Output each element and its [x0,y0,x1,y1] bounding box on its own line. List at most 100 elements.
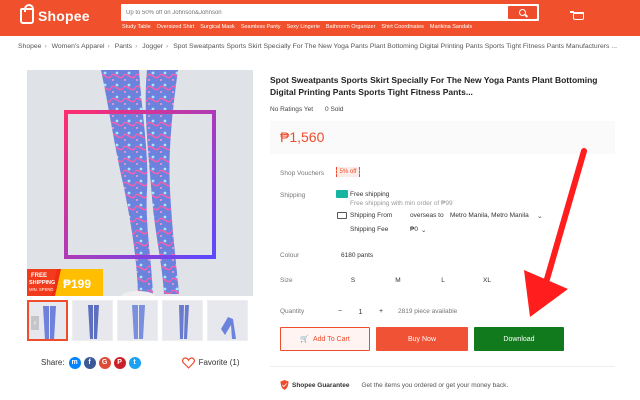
guarantee-title: Shopee Guarantee [292,381,350,389]
free-shipping-note: Free shipping with min order of ₱99 [350,200,453,207]
search-keyword-list: Study Table Oversized Shirt Surgical Mas… [122,24,542,33]
google-plus-icon[interactable]: G [98,356,111,369]
breadcrumb-pants[interactable]: Pants [115,43,132,50]
thumbnail-pants-image [221,317,236,339]
colour-option[interactable]: 6180 pants [341,252,373,259]
shopee-guarantee: Shopee Guarantee Get the items you order… [280,379,560,391]
keyword-link[interactable]: Surgical Mask [200,24,235,33]
product-price: ₱1,560 [280,129,325,145]
quantity-decrease-button[interactable]: − [333,305,347,319]
cart-icon [569,11,584,20]
size-label: Size [280,277,293,284]
keyword-link[interactable]: Seamless Panty [241,24,281,33]
free-shipping-label: Free shipping [350,191,390,198]
thumbnail-strip [27,300,253,341]
favorite-button[interactable]: Favorite (1) [181,356,240,369]
voucher-badge[interactable]: 5% off [336,167,360,177]
shipping-fee-value[interactable]: ₱0 [410,226,418,233]
search-input[interactable] [121,4,508,21]
favorite-label: Favorite (1) [198,358,240,367]
chevron-down-icon[interactable]: ⌄ [537,212,542,220]
colour-label: Colour [280,252,300,259]
keyword-link[interactable]: Oversized Shirt [157,24,195,33]
thumbnail-pants-image [88,305,99,339]
add-to-cart-label: Add To Cart [312,335,350,343]
breadcrumb-separator: › [107,43,110,50]
ratings-text: No Ratings Yet [270,106,314,113]
thumbnail-prev-button[interactable]: ‹ [31,316,39,330]
shipping-fee-label: Shipping Fee [350,226,389,233]
heart-icon [181,356,195,369]
size-option-l[interactable]: L [423,274,463,288]
header-bar: Shopee Study Table Oversized Shirt Surgi… [0,0,640,36]
size-option-xl[interactable]: XL [467,274,507,288]
promo-min-spend-text: MIN. SPEND [29,287,53,292]
buy-now-button[interactable]: Buy Now [376,327,468,351]
add-cart-icon: 🛒 [300,336,309,343]
promo-amount-text: ₱199 [63,277,91,291]
quantity-label: Quantity [280,308,305,315]
add-to-cart-button[interactable]: 🛒 Add To Cart [280,327,370,351]
thumbnail-pants-image [43,306,56,339]
shipping-from-icon [337,212,347,219]
ratings-row: No Ratings Yet 0 Sold [270,106,430,116]
guarantee-text: Get the items you ordered or get your mo… [361,381,509,389]
thumbnail-image[interactable] [207,300,248,341]
breadcrumb-separator: › [135,43,138,50]
breadcrumb-jogger[interactable]: Jogger [142,43,163,50]
twitter-icon[interactable]: t [128,356,141,369]
keyword-link[interactable]: Marikina Sandals [430,24,472,33]
destination-value[interactable]: Metro Manila, Metro Manila [450,212,529,219]
product-photo [27,70,253,296]
shield-icon [280,380,289,390]
quantity-increase-button[interactable]: + [374,305,388,319]
search-bar [121,4,539,21]
shipping-from-label: Shipping From [350,212,393,219]
breadcrumb-womens-apparel[interactable]: Women's Apparel [52,43,105,50]
keyword-link[interactable]: Sexy Lingerie [287,24,320,33]
product-title: Spot Sweatpants Sports Skirt Specially F… [270,75,598,97]
red-arrow-annotation [524,148,587,317]
size-option-m[interactable]: M [378,274,418,288]
shopee-logo[interactable]: Shopee [20,4,106,27]
free-shipping-icon [336,190,348,198]
sold-label: Sold [330,106,344,113]
chevron-down-icon[interactable]: ⌄ [421,226,426,234]
quantity-stepper: − 1 + [333,305,388,319]
thumbnail-image[interactable] [162,300,203,341]
search-button[interactable] [508,6,537,19]
quantity-value[interactable]: 1 [359,309,363,316]
product-main-image[interactable] [27,70,253,296]
shipping-label: Shipping [280,192,306,199]
sold-count: 0 [325,106,329,113]
download-label: Download [503,335,535,343]
thumbnail-pants-image [132,305,145,339]
logo-text: Shopee [38,8,90,24]
breadcrumb-shopee[interactable]: Shopee [18,43,41,50]
share-section: Share: m f G P t Favorite (1) [41,356,244,369]
messenger-icon[interactable]: m [68,356,81,369]
promo-free-text: FREE [31,273,47,279]
stock-available-text: 2819 piece available [398,308,458,315]
thumbnail-pants-image [179,305,189,339]
search-icon [519,9,526,16]
keyword-link[interactable]: Bathroom Organizer [326,24,376,33]
facebook-icon[interactable]: f [83,356,96,369]
breadcrumb-separator: › [166,43,169,50]
cart-button[interactable] [568,8,588,24]
promo-shipping-text: SHIPPING [29,280,55,286]
thumbnail-image[interactable] [72,300,113,341]
download-button[interactable]: Download [474,327,564,351]
price-box: ₱1,560 [270,121,615,154]
sold-summary: 0 Sold [325,106,343,116]
breadcrumb-separator: › [44,43,47,50]
size-option-s[interactable]: S [333,274,373,288]
keyword-link[interactable]: Study Table [122,24,151,33]
pinterest-icon[interactable]: P [113,356,126,369]
breadcrumb: Shopee › Women's Apparel › Pants › Jogger › … [18,43,623,55]
thumbnail-image[interactable] [117,300,158,341]
shopping-bag-icon [20,4,34,24]
buy-now-label: Buy Now [407,335,436,343]
keyword-link[interactable]: Shirt Coordinates [381,24,424,33]
shop-vouchers-label: Shop Vouchers [280,170,325,177]
